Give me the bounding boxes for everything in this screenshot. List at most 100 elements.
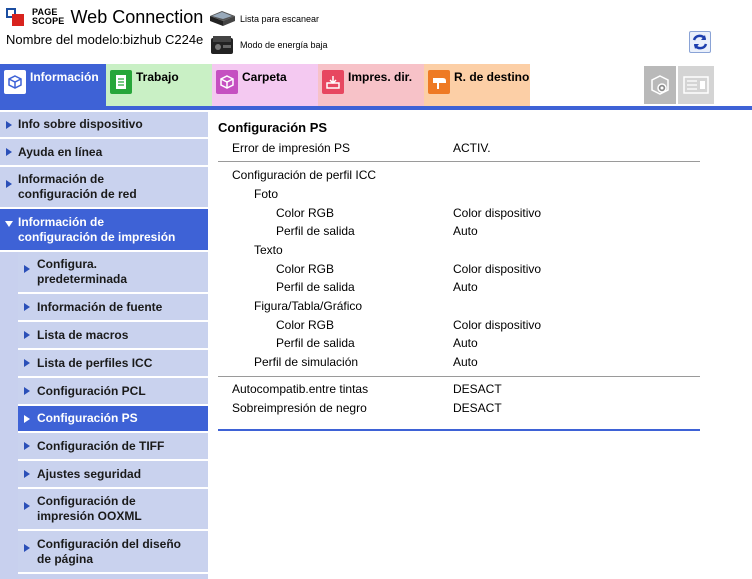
low-power-link[interactable]: Modo de energía baja	[208, 34, 328, 56]
sidebar-item-ayuda[interactable]: Ayuda en línea	[0, 139, 208, 167]
settings-row: Perfil de salida Auto	[218, 222, 700, 240]
row-value: DESACT	[453, 382, 502, 396]
control-panel-icon	[683, 76, 709, 94]
sidebar-sub-config-ps[interactable]: Configuración PS	[18, 406, 208, 433]
settings-row: Configuración de perfil ICC	[218, 166, 700, 184]
sidebar-sub-config-predeterminada[interactable]: Configura. predeterminada	[18, 252, 208, 294]
folder-box-icon	[216, 70, 238, 94]
row-value: Auto	[453, 224, 478, 238]
tab-underline	[0, 106, 752, 110]
logo-small-text: PAGE SCOPE	[32, 8, 65, 26]
low-power-icon	[211, 36, 233, 54]
sidebar-sub-info-fuente[interactable]: Información de fuente	[18, 294, 208, 322]
tab-carpeta[interactable]: Carpeta	[212, 64, 318, 106]
main-tabs: Información Trabajo Carpeta Impres. dir.…	[0, 64, 752, 106]
row-label: Perfil de salida	[276, 224, 355, 238]
settings-row: Perfil de salida Auto	[218, 334, 700, 352]
settings-row: Perfil de salida Auto	[218, 278, 700, 296]
arrow-right-icon	[24, 442, 30, 450]
arrow-right-icon	[24, 359, 30, 367]
sidebar-sub-config-tiff[interactable]: Configuración de TIFF	[18, 433, 208, 461]
refresh-button[interactable]	[689, 31, 711, 53]
sidebar-sub-impresion-ooxml[interactable]: Configuración de impresión OOXML	[18, 489, 208, 531]
sidebar-item-config-red[interactable]: Información de configuración de red	[0, 167, 208, 209]
sidebar-item-label: Lista de perfiles ICC	[37, 355, 153, 370]
sidebar-item-label: configuración de red	[18, 187, 137, 201]
row-value: ACTIV.	[453, 141, 491, 155]
row-label: Texto	[254, 243, 283, 257]
model-name: Nombre del modelo:bizhub C224e	[6, 32, 204, 47]
arrow-right-icon	[24, 544, 30, 552]
direct-print-icon	[322, 70, 344, 94]
admin-gear-button[interactable]	[644, 66, 676, 104]
arrow-right-icon	[24, 502, 30, 510]
logo: PAGE SCOPE Web Connection	[6, 6, 203, 28]
sidebar-item-label: Información de	[18, 172, 105, 186]
row-divider	[218, 376, 700, 377]
row-label: Color RGB	[276, 262, 335, 276]
job-document-icon	[110, 70, 132, 94]
arrow-right-icon	[24, 265, 30, 273]
tab-r-destino[interactable]: R. de destino	[424, 64, 530, 106]
row-label: Error de impresión PS	[232, 141, 351, 155]
sidebar-sub-diseno-pagina[interactable]: Configuración del diseño de página	[18, 531, 208, 574]
sidebar-item-label: Info sobre dispositivo	[18, 117, 143, 131]
tab-informacion[interactable]: Información	[0, 64, 106, 106]
row-value: DESACT	[453, 401, 502, 415]
row-value: Color dispositivo	[453, 206, 542, 220]
row-label: Sobreimpresión de negro	[232, 401, 367, 415]
tab-informacion-label: Información	[30, 70, 99, 84]
row-label: Configuración de perfil ICC	[232, 168, 377, 182]
sidebar-item-label: Lista de macros	[37, 327, 129, 342]
destination-mailbox-icon	[428, 70, 450, 94]
sidebar-item-label: Información de fuente	[37, 299, 163, 314]
tab-impres-dir-label: Impres. dir.	[348, 70, 413, 84]
arrow-right-icon	[24, 414, 30, 423]
tab-r-destino-label: R. de destino	[454, 70, 530, 84]
sidebar-item-label: Ajustes seguridad	[37, 466, 142, 481]
row-label: Autocompatib.entre tintas	[232, 382, 369, 396]
sidebar-item-label: de página	[37, 551, 94, 566]
sidebar-sub-ajustes-seguridad[interactable]: Ajustes seguridad	[18, 461, 208, 489]
arrow-right-icon	[24, 470, 30, 478]
row-value: Auto	[453, 355, 478, 369]
sidebar-item-label: Configura.	[37, 257, 97, 271]
tab-carpeta-label: Carpeta	[242, 70, 287, 84]
arrow-right-icon	[6, 180, 12, 188]
sidebar-sub-lista-macros[interactable]: Lista de macros	[18, 322, 208, 350]
row-label: Color RGB	[276, 206, 335, 220]
row-label: Perfil de salida	[276, 280, 355, 294]
scan-list-label: Lista para escanear	[240, 14, 320, 24]
row-label: Color RGB	[276, 318, 335, 332]
tab-trabajo[interactable]: Trabajo	[106, 64, 212, 106]
settings-row: Autocompatib.entre tintas DESACT	[218, 380, 700, 398]
page-title: Configuración PS	[218, 120, 328, 135]
arrow-right-icon	[24, 387, 30, 395]
settings-row: Color RGB Color dispositivo	[218, 204, 700, 222]
tab-impres-dir[interactable]: Impres. dir.	[318, 64, 424, 106]
sidebar-item-label: configuración de impresión	[18, 229, 176, 244]
settings-row: Texto	[218, 241, 700, 259]
row-label: Perfil de simulación	[254, 355, 359, 369]
row-divider	[218, 161, 700, 162]
logo-mark-icon	[6, 6, 28, 28]
scanner-icon	[210, 11, 235, 26]
info-cube-icon	[4, 70, 26, 94]
table-bottom-border	[218, 429, 700, 431]
sidebar-item-info-dispositivo[interactable]: Info sobre dispositivo	[0, 112, 208, 139]
control-panel-button[interactable]	[678, 66, 714, 104]
settings-row: Color RGB Color dispositivo	[218, 260, 700, 278]
sidebar-item-config-impresion[interactable]: Información de configuración de impresió…	[0, 209, 208, 252]
row-label: Figura/Tabla/Gráfico	[254, 299, 363, 313]
admin-gear-icon	[651, 75, 669, 95]
scan-list-link[interactable]: Lista para escanear	[208, 8, 319, 30]
row-label: Foto	[254, 187, 279, 201]
app-title: Web Connection	[70, 6, 204, 27]
row-label: Perfil de salida	[276, 336, 355, 350]
sidebar-sub-config-pcl[interactable]: Configuración PCL	[18, 378, 208, 406]
tab-trabajo-label: Trabajo	[136, 70, 179, 84]
sidebar-item-label: Configuración PS	[37, 411, 138, 425]
sidebar-sub-perfiles-icc[interactable]: Lista de perfiles ICC	[18, 350, 208, 378]
settings-row: Foto	[218, 185, 700, 203]
refresh-icon	[692, 34, 708, 50]
